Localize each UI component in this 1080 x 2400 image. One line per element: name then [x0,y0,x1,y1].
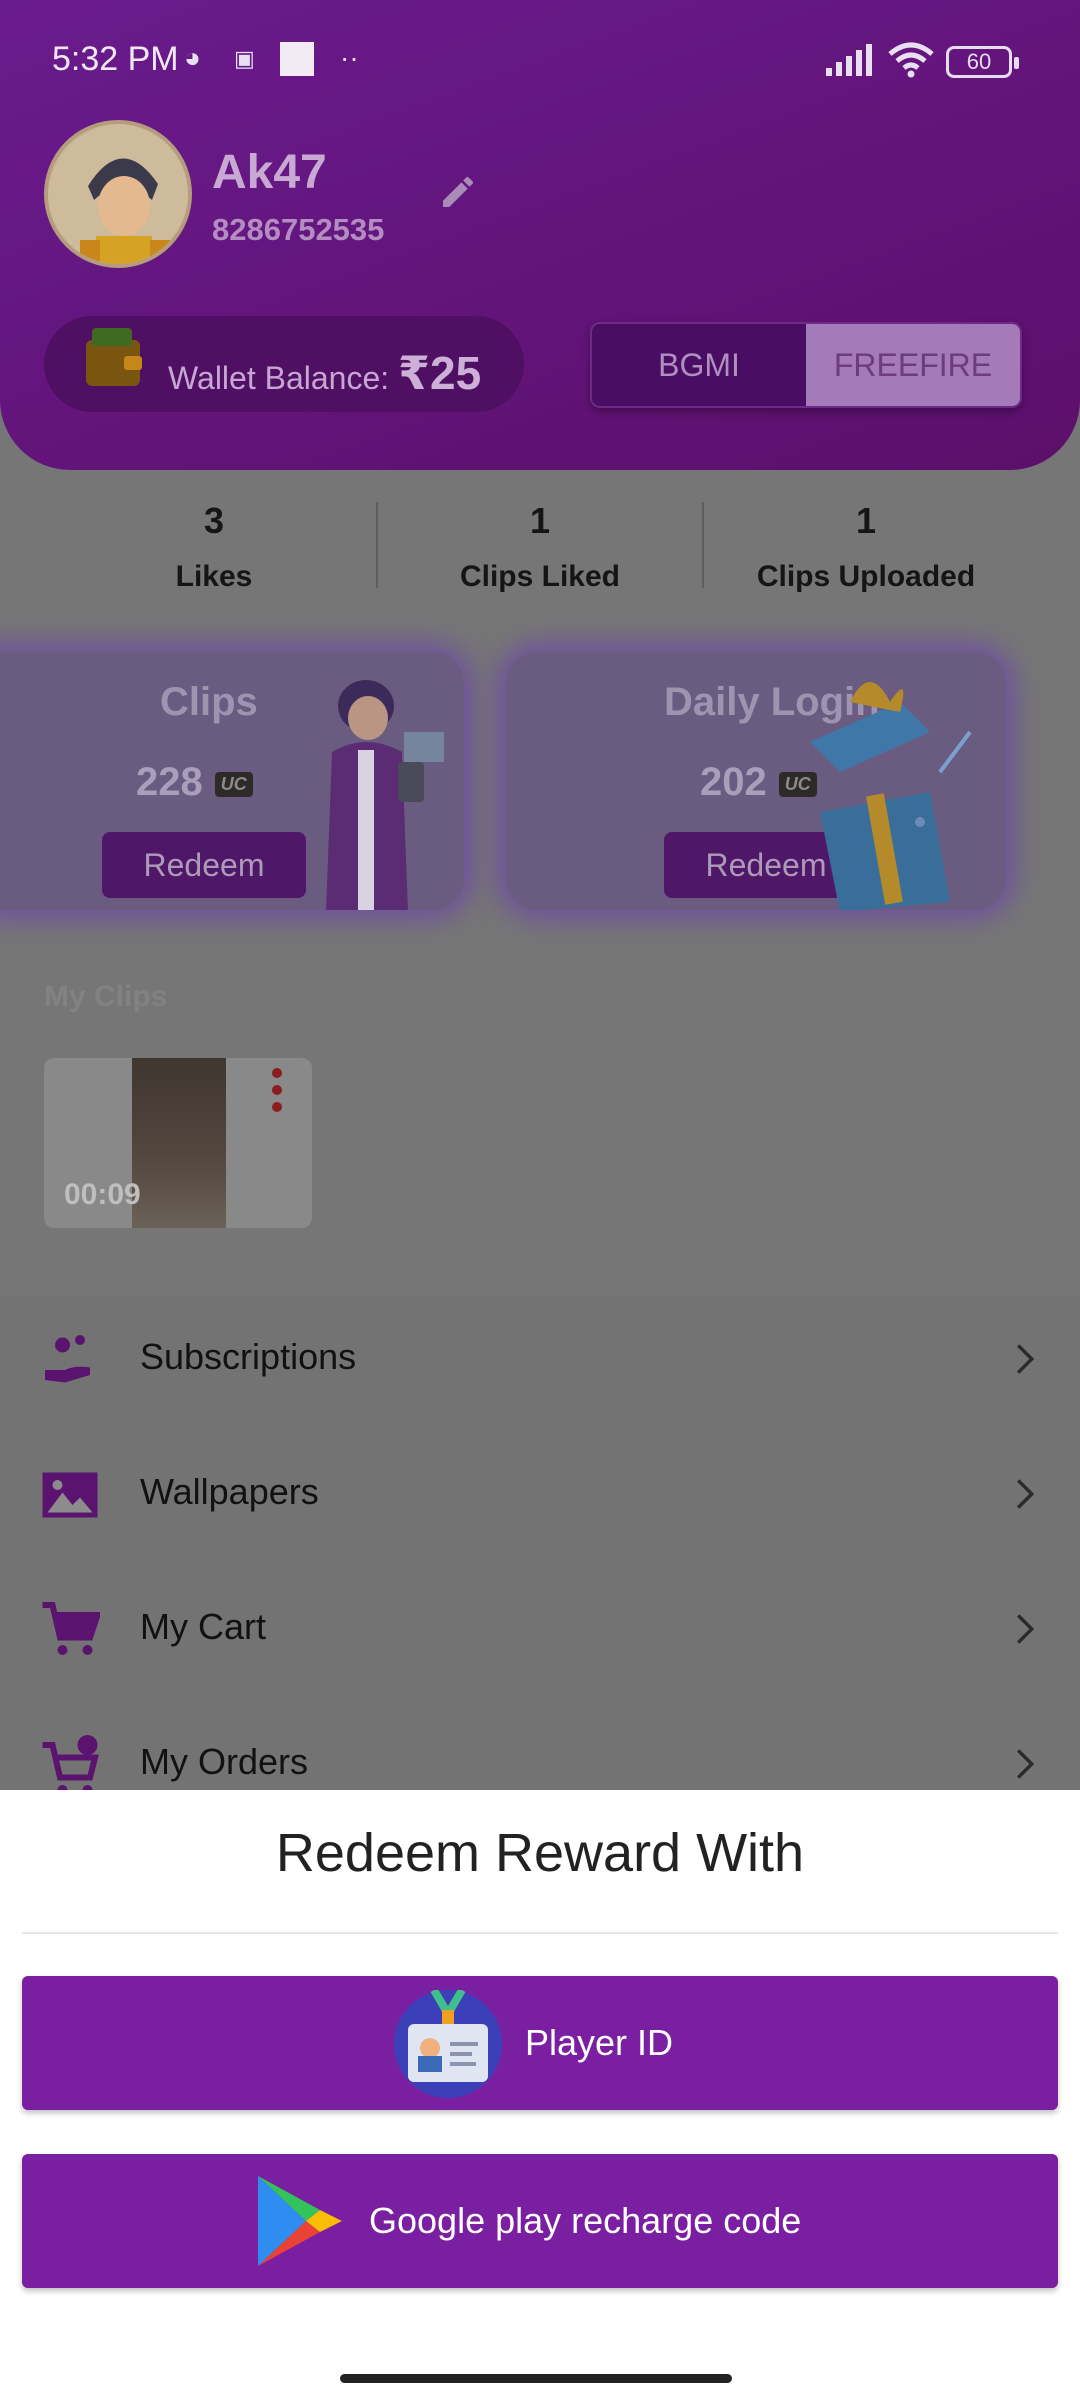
notification-icon: ◕ [184,42,201,73]
menu-item-wallpapers[interactable]: Wallpapers [0,1427,1080,1561]
chevron-right-icon [1016,1344,1035,1374]
stat-value: 1 [855,500,877,541]
stat-divider [702,502,704,588]
clips-redeem-button[interactable]: Redeem [102,832,306,898]
stat-likes: 3 Likes [54,500,374,594]
menu-item-my-cart[interactable]: My Cart [0,1562,1080,1696]
card-amount: 202 [700,760,767,804]
sheet-divider [22,1932,1058,1934]
google-play-recharge-button[interactable]: Google play recharge code [22,2154,1058,2288]
toggle-bgmi[interactable]: BGMI [592,324,806,406]
stat-value: 1 [529,500,551,541]
chevron-right-icon [1016,1614,1035,1644]
stat-divider [376,502,378,588]
uc-badge: UC [214,771,253,797]
card-title: Clips [160,680,258,724]
menu-item-my-orders[interactable]: My Orders [0,1697,1080,1790]
chevron-right-icon [1016,1479,1035,1509]
status-time: 5:32 PM [52,40,179,78]
more-notifications-icon: ·· [340,42,359,73]
game-toggle[interactable]: BGMI FREEFIRE [590,322,1022,408]
sheet-title: Redeem Reward With [275,1823,805,1883]
square-notification-icon [280,42,314,76]
wallet-amount: ₹25 [398,347,482,399]
stat-label: Clips Uploaded [756,560,976,593]
id-card-icon [394,1990,502,2098]
cart-icon [42,1602,100,1655]
stat-clips-liked: 1 Clips Liked [380,500,700,594]
wallpaper-icon [42,1472,98,1518]
google-play-recharge-label: Google play recharge code [369,2200,802,2241]
player-id-button[interactable]: Player ID [22,1976,1058,2110]
google-play-icon [258,2176,342,2266]
menu-item-label: My Orders [140,1741,309,1782]
gift-box-illustration [810,682,972,910]
card-amount: 228 [136,760,203,804]
redeem-bottom-sheet: Redeem Reward With Player ID Google play… [0,1790,1080,2400]
subscriptions-icon [45,1335,90,1383]
phone-number: 8286752535 [212,212,385,247]
player-id-label: Player ID [525,2022,674,2063]
stat-clips-uploaded: 1 Clips Uploaded [706,500,1026,594]
toggle-freefire[interactable]: FREEFIRE [806,324,1020,406]
person-with-phone-illustration [326,680,444,910]
menu-item-label: My Cart [140,1606,266,1647]
daily-login-reward-card: Daily Login 202 UC Redeem [506,652,1006,910]
stat-label: Clips Liked [459,560,621,593]
wifi-icon [888,42,934,78]
stat-label: Likes [175,560,253,593]
edit-icon[interactable] [438,172,478,212]
avatar[interactable] [44,120,192,268]
wallet-label: Wallet Balance: [168,360,399,396]
more-options-icon[interactable] [272,1068,282,1119]
battery-indicator: 60 [946,46,1019,78]
username: Ak47 [212,146,327,199]
wallet-balance[interactable]: Wallet Balance: ₹25 [44,316,524,412]
clip-thumbnail[interactable]: 00:09 [44,1058,312,1228]
clip-image [132,1058,226,1228]
app-notification-icon: ▣ [234,46,255,71]
menu-item-label: Wallpapers [140,1471,319,1512]
signal-icon [826,44,872,76]
home-indicator[interactable] [340,2374,732,2383]
my-clips-label: My Clips [44,980,168,1013]
orders-icon [42,1735,99,1790]
stat-value: 3 [203,500,225,541]
chevron-right-icon [1016,1749,1035,1779]
wallet-icon [86,328,142,386]
clips-reward-card: Clips 228 UC Redeem [0,652,464,910]
menu-item-label: Subscriptions [140,1336,357,1377]
menu-item-subscriptions[interactable]: Subscriptions [0,1292,1080,1426]
clip-duration: 00:09 [64,1178,141,1211]
status-bar: 5:32 PM ◕ ▣ ·· 60 [0,0,1080,120]
